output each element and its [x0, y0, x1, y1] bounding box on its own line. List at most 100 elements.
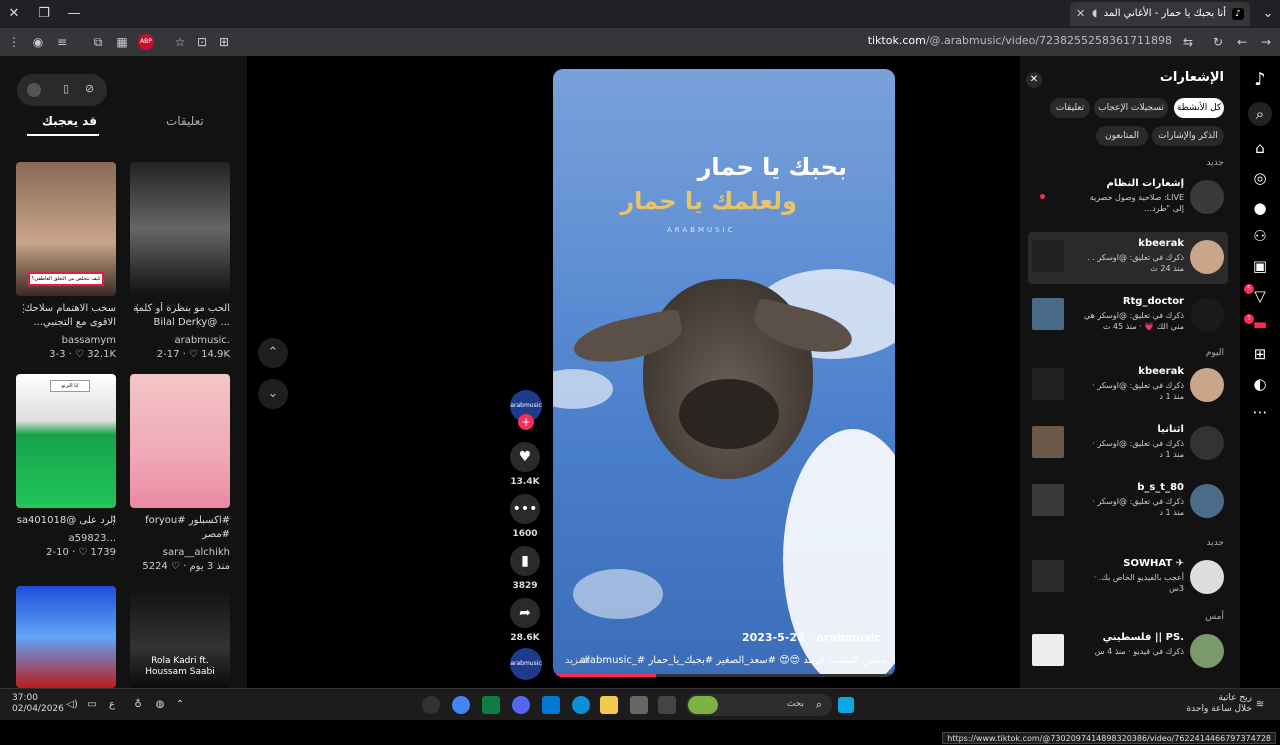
windows-start-icon[interactable]	[838, 697, 854, 713]
search-icon: ⌕	[815, 698, 822, 711]
language-indicator[interactable]: ع	[104, 697, 120, 713]
thumbnail-overlay-text: Rola Kadri ft. Houssam Saabi	[145, 656, 215, 677]
clock[interactable]: 37:00 02/04/2026	[12, 693, 64, 715]
video-thumbnail[interactable]	[130, 162, 230, 296]
chip-mentions[interactable]: الذكر والإشارات	[1152, 126, 1224, 146]
weather-icon[interactable]: ≋	[1252, 697, 1268, 713]
music-disc-avatar[interactable]: arabmusic	[510, 648, 542, 680]
store-icon[interactable]	[542, 696, 560, 714]
video-caption[interactable]: الرد على @sa401018	[16, 514, 116, 528]
notification-item[interactable]: فلسطيني || PS. ذكرك في فيديو · منذ 4 س	[1028, 626, 1228, 678]
explore-icon[interactable]: ◎	[1248, 166, 1272, 190]
volume-icon[interactable]: ◁)	[64, 697, 80, 713]
share-button[interactable]: ➦ 28.6K	[510, 598, 540, 643]
menu-dots-icon[interactable]: ⋮	[6, 34, 22, 50]
following-avatar-icon[interactable]: ●	[1248, 196, 1272, 220]
back-icon[interactable]: ←	[1234, 34, 1250, 50]
video-thumbnail[interactable]	[130, 374, 230, 508]
friends-icon[interactable]: ⚇	[1248, 224, 1272, 248]
video-author[interactable]: arabmusic.	[130, 334, 230, 347]
install-app-icon[interactable]: ⊡	[194, 34, 210, 50]
close-tab-icon[interactable]: ✕	[1076, 2, 1085, 26]
search-icon[interactable]: ⌕	[1248, 102, 1272, 126]
phone-icon[interactable]: ▯	[63, 82, 69, 95]
profile-avatar-icon[interactable]: ◐	[1248, 372, 1272, 396]
extension-icon[interactable]: ▦	[114, 34, 130, 50]
url-field[interactable]: tiktok.com/@.arabmusic/video/72382552583…	[868, 34, 1172, 47]
minimize-window-icon[interactable]: —	[64, 4, 84, 24]
video-player[interactable]: بحبك يا حمار ولعلمك يا حمار ARABMUSIC 20…	[553, 69, 895, 677]
close-window-icon[interactable]: ✕	[4, 4, 24, 24]
chip-all-activity[interactable]: كل الأنشطة	[1174, 98, 1224, 118]
notification-item[interactable]: kbeerak ذكرك في تعليق: @اوسكر . . منذ 24…	[1028, 232, 1228, 284]
video-thumbnail[interactable]: Rola Kadri ft. Houssam Saabi	[130, 586, 230, 688]
video-progress-bar[interactable]	[553, 674, 895, 677]
app-icon[interactable]	[630, 696, 648, 714]
close-icon[interactable]: ✕	[1026, 72, 1042, 88]
video-author-date[interactable]: 2023-5-28 · arabmusic.	[742, 631, 885, 644]
app-icon[interactable]	[422, 696, 440, 714]
extension-icon[interactable]: ≡	[54, 34, 70, 50]
notification-item[interactable]: kbeerak ذكرك في تعليق: @اوسكر · منذ 1 د	[1028, 360, 1228, 412]
video-author[interactable]: a59823...	[16, 532, 116, 545]
screenshot-icon[interactable]: ⊞	[216, 34, 232, 50]
extension-icon[interactable]: ◉	[30, 34, 46, 50]
follow-button[interactable]: +	[518, 414, 534, 430]
upload-icon[interactable]: ⊞	[1248, 342, 1272, 366]
notification-item[interactable]: b_s_t_80 ذكرك في تعليق: @اوسكر · منذ 1 د	[1028, 476, 1228, 528]
notification-item[interactable]: اثنانيا ذكرك في تعليق: @اوسكر · منذ 1 د	[1028, 418, 1228, 470]
microphone-icon[interactable]: ♁	[130, 697, 146, 713]
next-video-button[interactable]: ⌄	[258, 379, 288, 409]
compass-icon[interactable]: ⊘	[85, 82, 94, 95]
comment-icon: •••	[510, 494, 540, 524]
save-button[interactable]: ▮ 3829	[510, 546, 540, 591]
comment-button[interactable]: ••• 1600	[510, 494, 540, 539]
file-explorer-icon[interactable]	[600, 696, 618, 714]
video-author[interactable]: bassamym	[16, 334, 116, 347]
video-thumbnail[interactable]	[16, 586, 116, 688]
video-author[interactable]: sara__alchikh	[130, 546, 230, 559]
notification-item[interactable]: إشعارات النظام LIVE: صلاحية وصول حصرية إ…	[1028, 172, 1228, 224]
security-icon[interactable]: ◍	[152, 697, 168, 713]
like-button[interactable]: ♥ 13.4K	[510, 442, 540, 487]
browser-tab[interactable]: ♪ أنا بحبك يا حمار - الأغاني المد ◖ ✕	[1070, 2, 1250, 26]
excel-icon[interactable]	[482, 696, 500, 714]
tiktok-logo-icon[interactable]: ♪	[1248, 68, 1272, 92]
taskbar-search[interactable]: ⌕ بحث	[686, 694, 832, 716]
notification-item[interactable]: Rtg_doctor ذكرك في تعليق: @اوسكر هي مني …	[1028, 290, 1228, 342]
extensions-icon[interactable]: ⧉	[90, 34, 106, 50]
chip-comments[interactable]: تعليقات	[1050, 98, 1090, 118]
video-thumbnail[interactable]: كيف تتخلص من التعلق العاطفي؟	[16, 162, 116, 296]
bookmark-star-icon[interactable]: ☆	[172, 34, 188, 50]
weather-widget[interactable]: ريح عاتية خلال ساعة واحدة	[1186, 693, 1252, 715]
tab-you-may-like[interactable]: قد يعجبك	[42, 114, 97, 128]
adblock-icon[interactable]: ABP	[138, 34, 154, 50]
network-icon[interactable]: ▭	[84, 697, 100, 713]
chrome-icon[interactable]	[452, 696, 470, 714]
discord-icon[interactable]	[512, 696, 530, 714]
avatar[interactable]	[27, 83, 41, 97]
forward-icon[interactable]: →	[1258, 34, 1274, 50]
edge-icon[interactable]	[572, 696, 590, 714]
notification-item[interactable]: SOWHAT ✈ أعجب بالفيديو الخاص بك. · 3س	[1028, 552, 1228, 604]
app-icon[interactable]	[658, 696, 676, 714]
chip-likes[interactable]: تسجيلات الإعجاب	[1094, 98, 1168, 118]
more-button[interactable]: المزيد	[565, 655, 590, 666]
video-thumbnail[interactable]: انا البرتو	[16, 374, 116, 508]
video-caption[interactable]: #اكسبلور #foryou #مصر	[130, 514, 230, 544]
site-settings-icon[interactable]: ⇆	[1180, 34, 1196, 50]
audio-icon[interactable]: ◖	[1092, 2, 1097, 26]
home-icon[interactable]: ⌂	[1248, 136, 1272, 160]
video-caption[interactable]: سحب الاهتمام سلاحك الاقوى مع التجنبي...	[16, 302, 116, 332]
previous-video-button[interactable]: ⌃	[258, 338, 288, 368]
tab-search-icon[interactable]: ⌄	[1258, 4, 1278, 24]
show-hidden-icons[interactable]: ⌃	[172, 697, 188, 713]
video-caption[interactable]: الحب مو بنظرة أو كلمة ... @Bilal Derky	[130, 302, 230, 332]
tab-comments[interactable]: تعليقات	[166, 114, 204, 128]
chip-followers[interactable]: المتابعون	[1096, 126, 1148, 146]
restore-window-icon[interactable]: ❐	[34, 4, 54, 24]
reload-icon[interactable]: ↻	[1210, 34, 1226, 50]
more-icon[interactable]: ⋯	[1248, 400, 1272, 424]
live-icon[interactable]: ▣	[1248, 254, 1272, 278]
video-stats: 2-17 · ♡ 14.9K	[156, 349, 230, 360]
